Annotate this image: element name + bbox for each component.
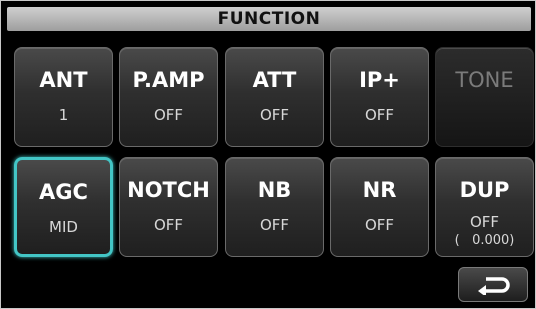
agc-label: AGC: [39, 180, 88, 204]
nr-value: OFF: [364, 216, 395, 234]
ant-label: ANT: [39, 68, 88, 92]
tone-label: TONE: [455, 68, 514, 92]
nr-label: NR: [362, 178, 397, 202]
att-label: ATT: [252, 68, 297, 92]
tone-button[interactable]: TONE: [435, 47, 534, 147]
nb-label: NB: [257, 178, 292, 202]
title-bar: FUNCTION: [7, 7, 531, 31]
notch-button[interactable]: NOTCH OFF: [119, 157, 218, 257]
agc-value: MID: [49, 218, 78, 236]
ant-value: 1: [58, 106, 69, 124]
ant-button[interactable]: ANT 1: [14, 47, 113, 147]
preamp-label: P.AMP: [132, 68, 205, 92]
ip-plus-value: OFF: [364, 106, 395, 124]
ip-plus-label: IP+: [359, 68, 400, 92]
dup-button[interactable]: DUP OFF ( 0.000): [435, 157, 534, 257]
function-screen: FUNCTION ANT 1 P.AMP OFF ATT OFF IP+ OFF…: [0, 0, 536, 309]
nr-button[interactable]: NR OFF: [330, 157, 429, 257]
notch-value: OFF: [153, 216, 184, 234]
dup-value: OFF: [469, 213, 500, 231]
nb-value: OFF: [259, 216, 290, 234]
dup-label: DUP: [459, 178, 510, 202]
preamp-value: OFF: [153, 106, 184, 124]
att-value: OFF: [259, 106, 290, 124]
att-button[interactable]: ATT OFF: [225, 47, 324, 147]
screen-title: FUNCTION: [217, 9, 321, 29]
return-arrow-icon: [478, 276, 510, 295]
preamp-button[interactable]: P.AMP OFF: [119, 47, 218, 147]
nb-button[interactable]: NB OFF: [225, 157, 324, 257]
back-button[interactable]: [458, 267, 528, 302]
agc-button[interactable]: AGC MID: [14, 157, 113, 257]
ip-plus-button[interactable]: IP+ OFF: [330, 47, 429, 147]
notch-label: NOTCH: [127, 178, 210, 202]
dup-offset-value: ( 0.000): [454, 233, 515, 248]
